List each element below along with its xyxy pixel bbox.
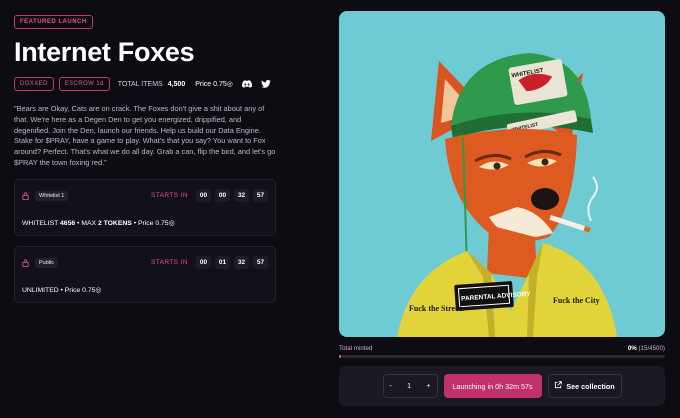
countdown: STARTS IN 00 00 32 57 — [151, 189, 268, 203]
meta-row: DOXXED ESCROW 1d TOTAL ITEMS 4,500 Price… — [14, 77, 276, 91]
whitelist-count: 4656 — [60, 219, 76, 227]
countdown-seconds: 57 — [253, 189, 268, 203]
countdown-minutes: 32 — [234, 256, 249, 270]
max-label: • MAX — [77, 219, 97, 227]
starts-in-label: STARTS IN — [151, 259, 188, 267]
phase-price: • Price 0.75◎ — [133, 219, 175, 227]
phase-type: UNLIMITED — [22, 286, 59, 294]
starts-in-label: STARTS IN — [151, 192, 188, 200]
phase-public: Public STARTS IN 00 01 32 57 UNLIMITED •… — [14, 245, 276, 303]
launch-info: FEATURED LAUNCH Internet Foxes DOXXED ES… — [14, 10, 276, 303]
twitter-icon[interactable] — [261, 80, 271, 88]
phase-details: UNLIMITED • Price 0.75◎ — [22, 286, 268, 294]
phase-tag: Whitelist 1 — [35, 190, 69, 201]
total-minted-label: Total minted — [339, 345, 373, 352]
phase-type: WHITELIST — [22, 219, 59, 227]
see-collection-button[interactable]: See collection — [547, 374, 622, 398]
phase-price: • Price 0.75◎ — [60, 286, 102, 294]
lock-icon — [22, 254, 29, 272]
external-link-icon — [554, 381, 563, 391]
decrease-button[interactable]: - — [390, 383, 392, 390]
quantity-value[interactable]: 1 — [407, 383, 411, 390]
escrow-badge: ESCROW 1d — [58, 77, 110, 91]
collection-description: "Bears are Okay, Cats are on crack. The … — [14, 104, 276, 167]
phase-whitelist-1: Whitelist 1 STARTS IN 00 00 32 57 WHITEL… — [14, 178, 276, 236]
phase-details: WHITELIST 4656 • MAX 2 TOKENS • Price 0.… — [22, 219, 268, 227]
phase-tag: Public — [35, 257, 58, 268]
countdown-hours: 00 — [215, 189, 230, 203]
quantity-stepper: - 1 + — [382, 374, 438, 398]
artwork-column: WHITELIST WHITELIST PARENTAL ADVISORY Fu… — [339, 11, 665, 358]
lock-icon — [22, 187, 29, 205]
countdown-days: 00 — [196, 256, 211, 270]
countdown-days: 00 — [196, 189, 211, 203]
discord-icon[interactable] — [241, 80, 252, 88]
right-graffiti: Fuck the City — [553, 296, 600, 305]
see-collection-label: See collection — [566, 381, 615, 391]
max-tokens: 2 TOKENS — [97, 219, 132, 227]
total-items-value: 4,500 — [167, 80, 186, 88]
minted-percent: 0% — [627, 345, 637, 352]
featured-launch-badge: FEATURED LAUNCH — [14, 15, 93, 29]
mint-panel: - 1 + Launching in 0h 32m 57s See collec… — [339, 366, 665, 406]
increase-button[interactable]: + — [426, 383, 430, 390]
countdown: STARTS IN 00 01 32 57 — [151, 256, 268, 270]
doxxed-badge: DOXXED — [14, 77, 54, 91]
launch-button[interactable]: Launching in 0h 32m 57s — [443, 374, 542, 398]
price-label: Price 0.75◎ — [195, 81, 233, 88]
minted-progress-bar — [339, 355, 665, 358]
collection-artwork: WHITELIST WHITELIST PARENTAL ADVISORY Fu… — [339, 11, 665, 337]
minted-row: Total minted 0% (15/4500) — [339, 345, 665, 352]
left-graffiti: Fuck the Streets — [409, 304, 464, 313]
countdown-minutes: 32 — [234, 189, 249, 203]
total-items-label: TOTAL ITEMS — [117, 80, 163, 88]
minted-count: (15/4500) — [638, 345, 666, 352]
countdown-seconds: 57 — [253, 256, 268, 270]
fox-illustration: WHITELIST WHITELIST PARENTAL ADVISORY Fu… — [397, 53, 617, 337]
countdown-hours: 01 — [215, 256, 230, 270]
collection-title: Internet Foxes — [14, 37, 195, 67]
minted-progress-fill — [339, 355, 341, 358]
